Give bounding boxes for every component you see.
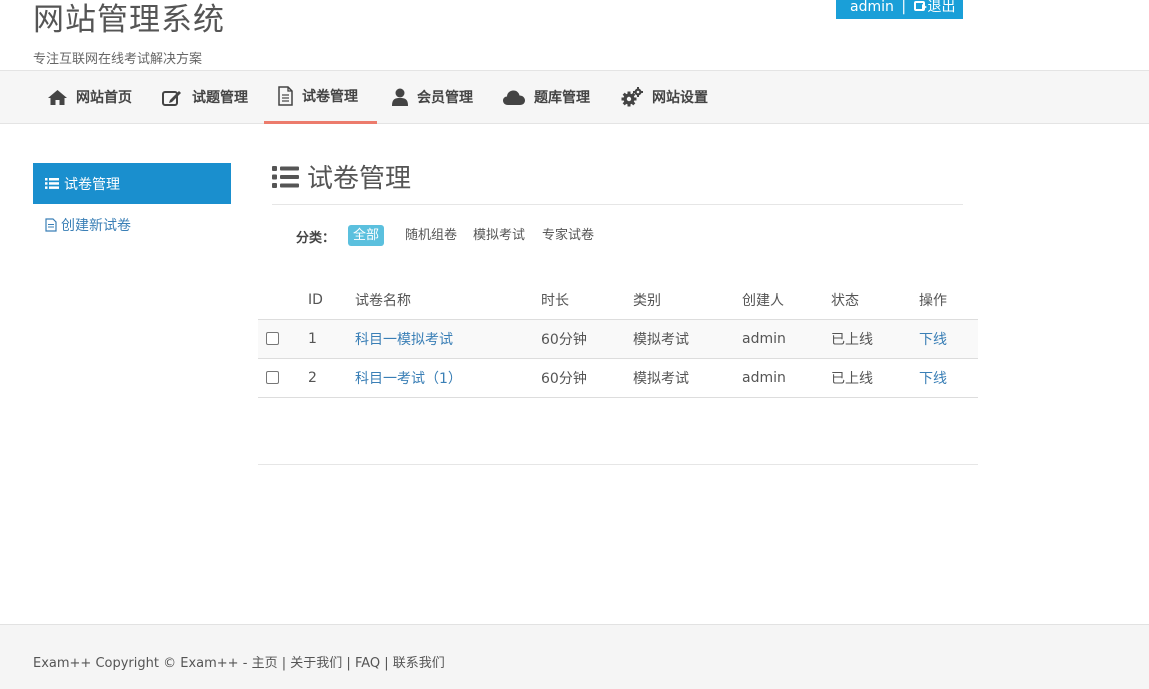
paper-name-link[interactable]: 科目一模拟考试 [355, 332, 453, 348]
col-id: ID [308, 281, 355, 320]
footer-dash: - [242, 656, 248, 671]
nav-label: 网站首页 [76, 90, 132, 106]
table-row: 1 科目一模拟考试 60分钟 模拟考试 admin 已上线 下线 [258, 319, 978, 359]
nav-label: 题库管理 [534, 90, 590, 106]
list-icon [272, 165, 299, 188]
home-icon [48, 89, 67, 105]
filter-random[interactable]: 随机组卷 [405, 225, 457, 246]
logout-button[interactable]: 退出 [913, 0, 956, 15]
cogs-icon [621, 86, 643, 106]
main-nav: 网站首页 试题管理 试卷管理 会员管理 题库管理 网站设置 [0, 70, 1149, 124]
col-category: 类别 [633, 281, 742, 320]
table-header-row: ID 试卷名称 时长 类别 创建人 状态 操作 [258, 281, 978, 320]
papers-table: ID 试卷名称 时长 类别 创建人 状态 操作 1 科目一模拟考试 60分钟 模… [258, 281, 978, 398]
logout-label: 退出 [927, 0, 956, 15]
user-icon [392, 88, 408, 106]
row-select-cell [258, 358, 308, 398]
row-action-cell: 下线 [919, 358, 978, 398]
filter-label: 分类： [296, 231, 336, 246]
user-box: admin | 退出 [836, 0, 963, 19]
nav-item-members[interactable]: 会员管理 [392, 71, 473, 123]
nav-item-papers[interactable]: 试卷管理 [264, 71, 377, 124]
heading-divider [272, 204, 963, 205]
nav-label: 试卷管理 [302, 89, 358, 105]
filter-mock[interactable]: 模拟考试 [473, 225, 525, 246]
nav-item-settings[interactable]: 网站设置 [621, 71, 708, 123]
footer-link-faq[interactable]: FAQ [355, 656, 380, 671]
row-id: 1 [308, 319, 355, 359]
filter-all[interactable]: 全部 [348, 225, 385, 246]
footer: Exam++ Copyright © Exam++ - 主页 | 关于我们 | … [0, 624, 1149, 689]
row-status: 已上线 [831, 319, 919, 359]
nav-label: 网站设置 [652, 90, 708, 106]
site-subtitle: 专注互联网在线考试解决方案 [33, 52, 203, 67]
logout-icon [913, 1, 927, 11]
row-select-cell [258, 319, 308, 359]
offline-link[interactable]: 下线 [919, 371, 947, 387]
site-title: 网站管理系统 [33, 2, 225, 38]
table-row: 2 科目一考试（1） 60分钟 模拟考试 admin 已上线 下线 [258, 358, 978, 398]
nav-label: 会员管理 [417, 90, 473, 106]
col-creator: 创建人 [742, 281, 831, 320]
row-category: 模拟考试 [633, 319, 742, 359]
row-name-cell: 科目一模拟考试 [355, 319, 541, 359]
nav-label: 试题管理 [192, 90, 248, 106]
paper-name-link[interactable]: 科目一考试（1） [355, 371, 462, 387]
col-status: 状态 [831, 281, 919, 320]
footer-link-about[interactable]: 关于我们 [290, 656, 342, 671]
sidebar-item-label: 试卷管理 [64, 176, 120, 193]
row-checkbox[interactable] [266, 371, 279, 384]
footer-text: Exam++ Copyright © Exam++ - 主页 | 关于我们 | … [33, 652, 445, 671]
nav-item-bank[interactable]: 题库管理 [503, 71, 590, 123]
row-creator: admin [742, 358, 831, 398]
row-checkbox[interactable] [266, 332, 279, 345]
row-category: 模拟考试 [633, 358, 742, 398]
row-name-cell: 科目一考试（1） [355, 358, 541, 398]
footer-separator: | [384, 656, 389, 671]
nav-item-questions[interactable]: 试题管理 [162, 71, 248, 123]
footer-brand-link[interactable]: Exam++ [180, 656, 238, 671]
create-paper-label: 创建新试卷 [61, 218, 131, 234]
row-status: 已上线 [831, 358, 919, 398]
footer-separator: | [281, 656, 287, 671]
list-icon [45, 178, 59, 189]
row-action-cell: 下线 [919, 319, 978, 359]
row-id: 2 [308, 358, 355, 398]
footer-copyright: Exam++ Copyright © [33, 656, 177, 671]
sidebar-item-papers[interactable]: 试卷管理 [33, 163, 231, 204]
footer-link-home[interactable]: 主页 [252, 656, 278, 671]
header: 网站管理系统 专注互联网在线考试解决方案 admin | 退出 [0, 0, 1149, 71]
footer-separator: | [346, 656, 351, 671]
nav-item-home[interactable]: 网站首页 [48, 71, 132, 123]
offline-link[interactable]: 下线 [919, 332, 947, 348]
table-bottom-divider [258, 464, 978, 465]
col-name: 试卷名称 [355, 281, 541, 320]
col-action: 操作 [919, 281, 978, 320]
page-title: 试卷管理 [272, 158, 411, 195]
create-paper-link[interactable]: 创建新试卷 [45, 215, 131, 235]
row-duration: 60分钟 [541, 358, 633, 398]
file-icon [45, 218, 57, 232]
row-duration: 60分钟 [541, 319, 633, 359]
user-name[interactable]: admin [850, 0, 894, 15]
footer-link-contact[interactable]: 联系我们 [393, 656, 445, 671]
page-title-text: 试卷管理 [307, 164, 412, 194]
row-creator: admin [742, 319, 831, 359]
cloud-icon [503, 90, 525, 105]
col-select [258, 281, 308, 320]
col-duration: 时长 [541, 281, 633, 320]
user-separator: | [901, 0, 907, 15]
file-icon [278, 86, 293, 106]
filter-expert[interactable]: 专家试卷 [542, 225, 594, 246]
edit-icon [162, 90, 181, 106]
